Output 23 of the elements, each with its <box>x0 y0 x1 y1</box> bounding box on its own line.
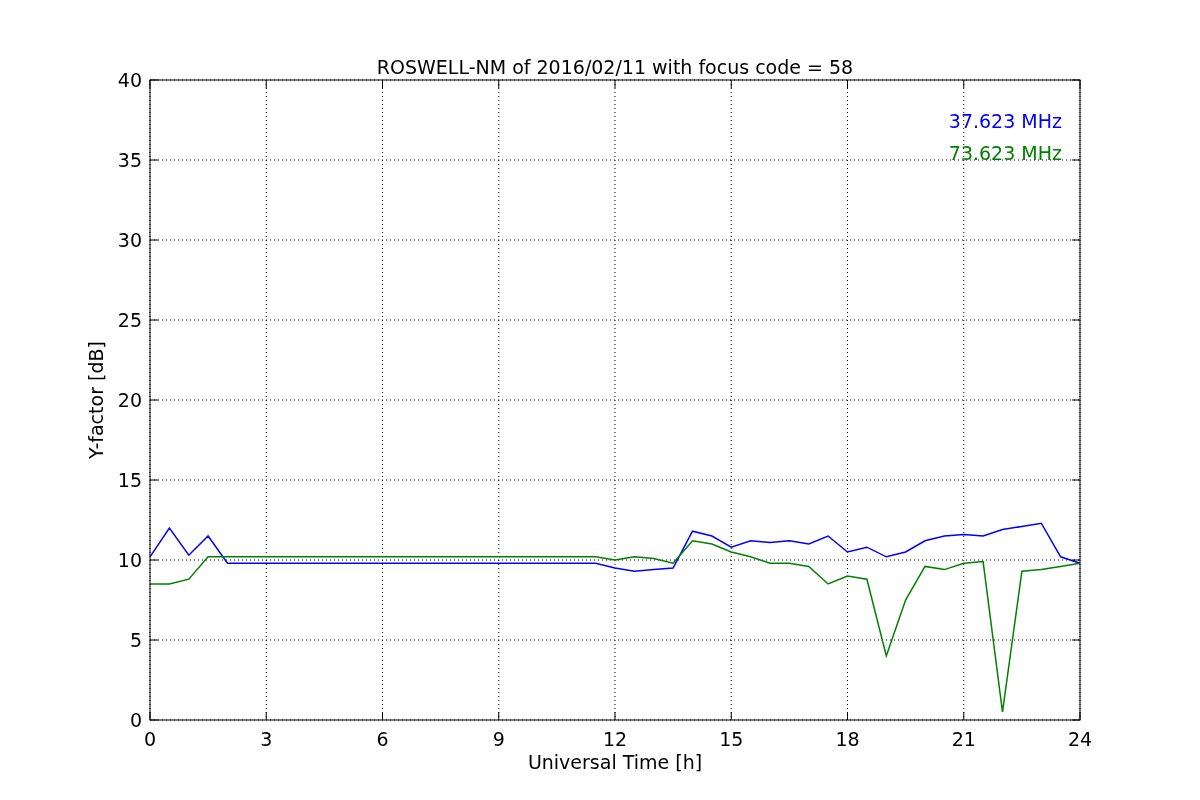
x-tick-label: 18 <box>835 728 860 750</box>
x-tick-label: 15 <box>719 728 744 750</box>
x-tick-label: 21 <box>951 728 976 750</box>
legend-label: 37.623 MHz <box>948 110 1062 132</box>
y-axis-label: Y-factor [dB] <box>85 341 107 459</box>
x-axis-label: Universal Time [h] <box>527 751 703 773</box>
y-tick-label: 10 <box>117 549 142 571</box>
x-tick-label: 0 <box>143 728 157 750</box>
y-tick-label: 25 <box>117 309 142 331</box>
x-tick-label: 3 <box>260 728 273 750</box>
y-tick-label: 35 <box>117 149 142 171</box>
y-tick-label: 20 <box>117 389 142 411</box>
y-tick-label: 40 <box>117 69 142 91</box>
y-tick-label: 30 <box>117 229 142 251</box>
x-tick-label: 12 <box>602 728 628 750</box>
y-tick-label: 5 <box>129 629 142 651</box>
x-tick-label: 6 <box>376 728 389 750</box>
x-tick-label: 24 <box>1067 728 1093 750</box>
x-tick-label: 9 <box>492 728 505 750</box>
legend-label: 73.623 MHz <box>948 142 1062 164</box>
y-tick-label: 15 <box>117 469 142 491</box>
chart-title: ROSWELL-NM of 2016/02/11 with focus code = 58 <box>376 56 854 78</box>
y-tick-label: 0 <box>129 709 142 731</box>
